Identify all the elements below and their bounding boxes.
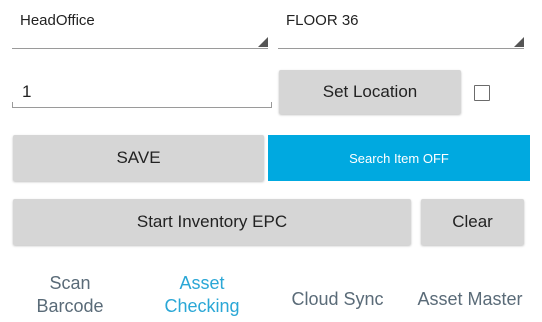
dropdown-triangle-icon [514,37,524,47]
set-location-button[interactable]: Set Location [279,70,461,114]
floor-value: FLOOR 36 [286,12,359,29]
tab-label-line1: Cloud Sync [291,289,384,309]
tab-label-line2: Checking [164,296,240,316]
tab-cloud-sync[interactable]: Cloud Sync [276,288,399,311]
quantity-field[interactable]: 1 [12,74,272,110]
start-inventory-label: Start Inventory EPC [136,212,288,231]
start-inventory-button[interactable]: Start Inventory EPC [13,199,411,245]
dropdown-triangle-icon [258,37,268,47]
search-item-toggle-button[interactable]: Search Item OFF [268,135,530,181]
tab-asset-master[interactable]: Asset Master [401,288,539,311]
underline-tick [12,102,13,108]
underline-tick [271,102,272,108]
search-item-label: Search Item OFF [349,150,449,166]
tab-label-line1: Asset Master [417,289,523,309]
floor-spinner[interactable]: FLOOR 36 [278,6,524,50]
quantity-value: 1 [22,82,32,101]
save-button[interactable]: SAVE [13,135,264,181]
floor-underline [278,48,524,49]
tab-label-line1: Scan [49,273,91,293]
save-label: SAVE [116,148,161,167]
tab-scan-barcode[interactable]: Scan Barcode [20,272,120,318]
set-location-checkbox[interactable] [474,85,490,101]
branch-value: HeadOffice [20,12,95,29]
tab-label-line2: Barcode [36,296,104,316]
set-location-label: Set Location [322,82,418,101]
clear-label: Clear [452,212,493,231]
branch-spinner[interactable]: HeadOffice [12,6,268,50]
tab-label-line1: Asset [179,273,225,293]
branch-underline [12,48,268,49]
tab-asset-checking[interactable]: Asset Checking [141,272,263,318]
clear-button[interactable]: Clear [421,199,524,245]
quantity-underline [12,107,272,108]
